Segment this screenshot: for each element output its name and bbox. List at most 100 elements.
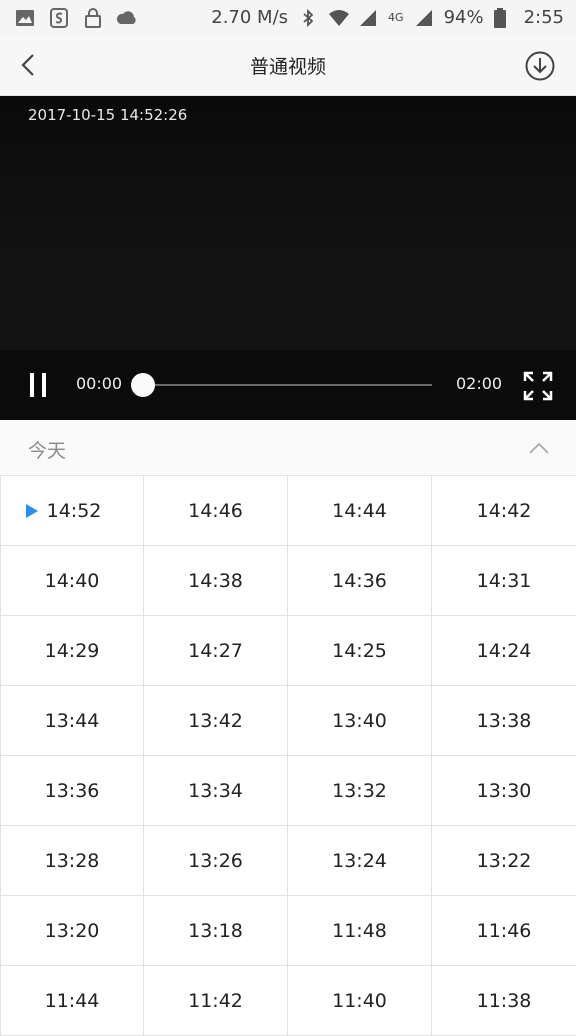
- lock-icon: [82, 7, 104, 29]
- clip-time: 14:52: [46, 499, 102, 522]
- day-label: 今天: [28, 440, 67, 462]
- clip-time: 13:26: [188, 849, 243, 872]
- image-icon: [14, 7, 36, 29]
- status-right: 2.70 M/s 4G 94% 2:55: [211, 7, 564, 28]
- clock: 2:55: [523, 7, 564, 28]
- clip-cell[interactable]: 11:40: [288, 966, 432, 1036]
- status-bar: 2.70 M/s 4G 94% 2:55: [0, 0, 576, 36]
- clip-time: 13:22: [476, 849, 532, 872]
- clip-cell[interactable]: 13:32: [288, 756, 432, 826]
- clip-cell[interactable]: 14:44: [288, 476, 432, 546]
- current-time: 00:00: [76, 374, 123, 393]
- clip-cell[interactable]: 14:46: [144, 476, 288, 546]
- chevron-up-icon: [529, 442, 549, 454]
- cloud-app-icon: [116, 7, 138, 29]
- network-speed: 2.70 M/s: [211, 7, 289, 28]
- clip-cell[interactable]: 14:38: [144, 546, 288, 616]
- clip-cell[interactable]: 13:40: [288, 686, 432, 756]
- notification-icons: [14, 7, 138, 29]
- clip-time: 14:42: [476, 499, 532, 522]
- clip-cell[interactable]: 13:42: [144, 686, 288, 756]
- clip-cell[interactable]: 14:36: [288, 546, 432, 616]
- clip-cell[interactable]: 13:44: [0, 686, 144, 756]
- clip-time: 11:40: [332, 989, 387, 1012]
- clip-cell[interactable]: 11:46: [432, 896, 576, 966]
- clip-time: 14:40: [44, 569, 100, 592]
- battery-icon: [493, 7, 514, 28]
- download-button[interactable]: [524, 50, 556, 82]
- clip-time: 14:29: [44, 639, 100, 662]
- clip-cell[interactable]: 14:31: [432, 546, 576, 616]
- fullscreen-icon: [523, 371, 553, 401]
- wifi-icon: [328, 8, 350, 28]
- clip-cell[interactable]: 13:20: [0, 896, 144, 966]
- clip-cell[interactable]: 13:38: [432, 686, 576, 756]
- clip-time: 13:20: [44, 919, 100, 942]
- clip-time: 14:46: [188, 499, 243, 522]
- clip-cell[interactable]: 13:34: [144, 756, 288, 826]
- battery-percent: 94%: [443, 7, 484, 28]
- clip-time: 11:44: [44, 989, 100, 1012]
- clip-time: 13:30: [476, 779, 532, 802]
- page-title: 普通视频: [249, 56, 326, 78]
- clip-time: 11:38: [476, 989, 532, 1012]
- signal-icon: [358, 8, 378, 28]
- clip-cell[interactable]: 11:42: [144, 966, 288, 1036]
- play-indicator-icon: [26, 504, 38, 518]
- clip-time: 13:40: [332, 709, 387, 732]
- signal-icon-2: [414, 8, 434, 28]
- clip-time: 13:18: [188, 919, 243, 942]
- bluetooth-icon: [298, 8, 318, 28]
- network-type: 4G: [388, 11, 404, 24]
- clip-cell[interactable]: 13:18: [144, 896, 288, 966]
- clip-cell[interactable]: 14:24: [432, 616, 576, 686]
- clip-cell[interactable]: 13:22: [432, 826, 576, 896]
- clip-cell[interactable]: 14:25: [288, 616, 432, 686]
- app-s-icon: [48, 7, 70, 29]
- video-player[interactable]: 2017-10-15 14:52:26 00:00 02:00: [0, 96, 576, 420]
- clip-time: 13:34: [188, 779, 243, 802]
- clip-cell[interactable]: 14:27: [144, 616, 288, 686]
- player-controls: 00:00 02:00: [0, 350, 576, 420]
- clip-time: 13:42: [188, 709, 243, 732]
- clip-time: 11:42: [188, 989, 243, 1012]
- clip-time: 14:38: [188, 569, 243, 592]
- progress-knob[interactable]: [131, 373, 155, 397]
- clip-cell[interactable]: 14:40: [0, 546, 144, 616]
- download-icon: [525, 51, 555, 81]
- clip-cell[interactable]: 14:29: [0, 616, 144, 686]
- clip-time: 13:36: [44, 779, 100, 802]
- total-time: 02:00: [456, 374, 503, 393]
- fullscreen-button[interactable]: [522, 370, 554, 402]
- clip-time: 13:38: [476, 709, 532, 732]
- clip-cell[interactable]: 11:44: [0, 966, 144, 1036]
- clip-cell[interactable]: 13:30: [432, 756, 576, 826]
- clip-cell[interactable]: 13:36: [0, 756, 144, 826]
- clip-time: 14:44: [332, 499, 387, 522]
- clip-cell[interactable]: 11:38: [432, 966, 576, 1036]
- pause-icon: [30, 373, 46, 397]
- progress-track[interactable]: [142, 384, 432, 386]
- clip-time: 14:27: [188, 639, 243, 662]
- clip-time: 11:46: [476, 919, 532, 942]
- clip-time: 13:28: [44, 849, 100, 872]
- clip-time: 14:24: [476, 639, 532, 662]
- clip-cell[interactable]: 13:24: [288, 826, 432, 896]
- clip-grid: 14:52 14:46 14:44 14:42 14:40 14:38 14:36 14:31…: [0, 476, 576, 1036]
- collapse-button[interactable]: [526, 436, 552, 462]
- clip-time: 13:32: [332, 779, 387, 802]
- day-section-header[interactable]: 今天: [0, 420, 576, 476]
- clip-cell-active[interactable]: 14:52: [0, 476, 144, 546]
- clip-time: 13:44: [44, 709, 100, 732]
- clip-time: 14:25: [332, 639, 387, 662]
- clip-cell[interactable]: 13:28: [0, 826, 144, 896]
- clip-time: 14:36: [332, 569, 387, 592]
- app-header: 普通视频: [0, 36, 576, 96]
- clip-cell[interactable]: 11:48: [288, 896, 432, 966]
- clip-time: 11:48: [332, 919, 387, 942]
- video-timestamp: 2017-10-15 14:52:26: [28, 106, 188, 124]
- clip-time: 13:24: [332, 849, 387, 872]
- clip-cell[interactable]: 13:26: [144, 826, 288, 896]
- pause-button[interactable]: [26, 370, 52, 400]
- clip-cell[interactable]: 14:42: [432, 476, 576, 546]
